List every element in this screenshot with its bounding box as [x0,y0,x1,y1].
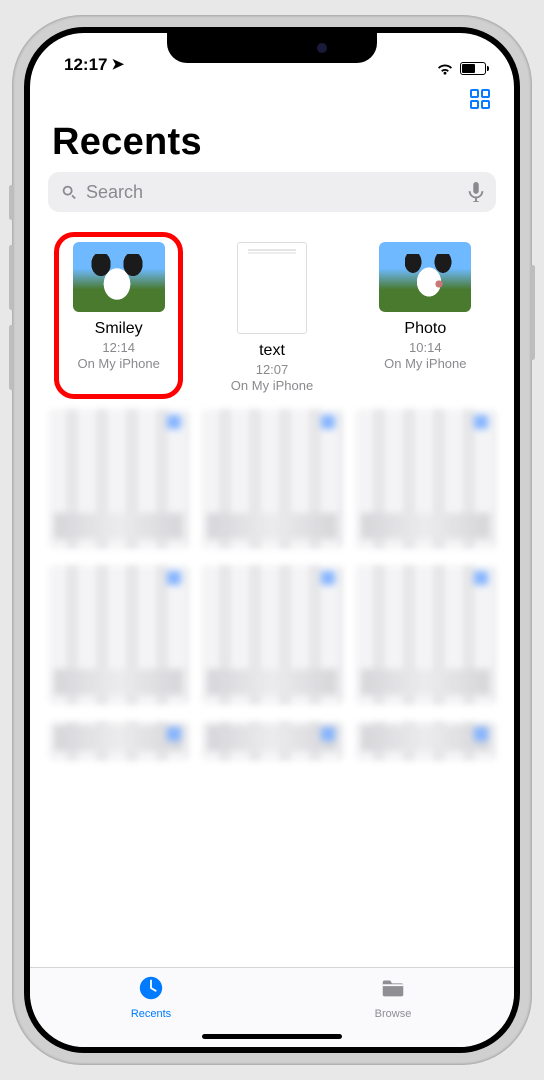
files-grid: Smiley 12:14 On My iPhone text 12:07 On … [30,226,514,967]
file-item-redacted [48,565,189,705]
file-item-redacted [48,409,189,549]
file-item-redacted [48,721,189,761]
file-thumbnail [73,242,165,312]
file-name: Photo [355,320,496,338]
power-button [530,265,535,360]
file-item-redacted [201,565,342,705]
file-time: 12:07 [201,362,342,377]
battery-icon [460,62,486,75]
notch [167,33,377,63]
file-item-redacted [201,409,342,549]
tab-label: Browse [272,1008,514,1020]
mute-switch [9,185,14,220]
file-item-redacted [201,721,342,761]
volume-down-button [9,325,14,390]
search-input[interactable] [86,182,460,203]
file-name: text [201,342,342,360]
file-time: 12:14 [48,340,189,355]
file-location: On My iPhone [355,356,496,371]
file-item-redacted [355,721,496,761]
file-location: On My iPhone [48,356,189,371]
view-grid-icon[interactable] [468,87,492,111]
clock-icon [136,974,166,1002]
search-bar[interactable] [48,172,496,212]
file-item-photo[interactable]: Photo 10:14 On My iPhone [355,242,496,393]
file-location: On My iPhone [201,378,342,393]
file-time: 10:14 [355,340,496,355]
volume-up-button [9,245,14,310]
home-indicator[interactable] [202,1034,342,1039]
file-item-smiley[interactable]: Smiley 12:14 On My iPhone [48,242,189,393]
file-thumbnail [237,242,307,334]
file-item-text[interactable]: text 12:07 On My iPhone [201,242,342,393]
page-title: Recents [30,121,514,172]
device-frame: 12:17 ➤ Recents [12,15,532,1065]
folder-icon [378,974,408,1002]
file-name: Smiley [48,320,189,338]
file-item-redacted [355,409,496,549]
dictation-icon[interactable] [468,182,484,202]
file-item-redacted [355,565,496,705]
file-thumbnail [379,242,471,312]
location-icon: ➤ [111,55,124,73]
wifi-icon [436,61,454,75]
tab-label: Recents [30,1008,272,1020]
nav-bar [30,77,514,121]
search-icon [60,183,78,201]
status-time: 12:17 [64,55,107,75]
